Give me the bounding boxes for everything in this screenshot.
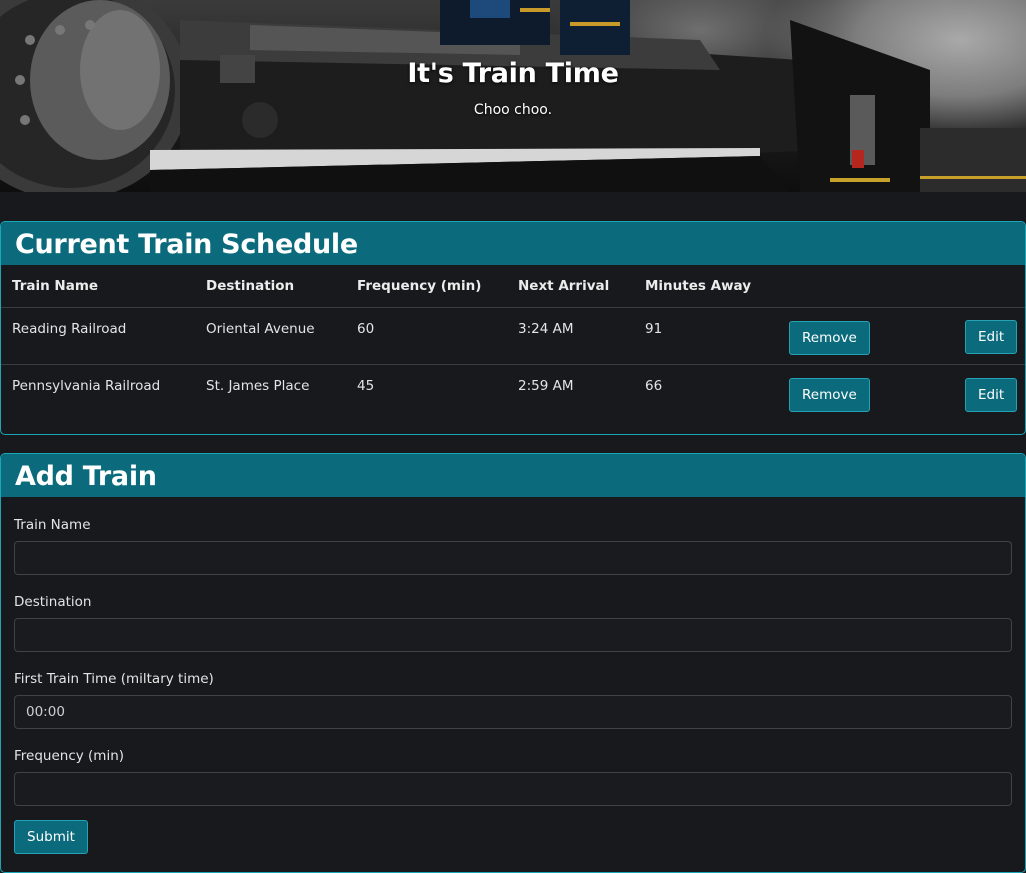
add-train-form: Train Name Destination First Train Time … xyxy=(1,515,1025,854)
frequency-label: Frequency (min) xyxy=(14,748,125,764)
train-name-label: Train Name xyxy=(14,517,91,533)
edit-button[interactable]: Edit xyxy=(965,319,1018,354)
frequency-group: Frequency (min) xyxy=(14,746,1012,806)
frequency-input[interactable] xyxy=(14,772,1012,806)
column-header-edit xyxy=(925,265,1025,308)
next-arrival-cell: 2:59 AM xyxy=(518,377,574,394)
page-title: It's Train Time xyxy=(407,58,619,89)
column-header-minutes-away: Minutes Away xyxy=(634,265,778,308)
first-train-time-input[interactable] xyxy=(14,695,1012,729)
schedule-table: Train Name Destination Frequency (min) N… xyxy=(1,265,1025,421)
edit-cell: Edit xyxy=(925,307,1025,365)
train-name-group: Train Name xyxy=(14,515,1012,575)
hero-banner: It's Train Time Choo choo. xyxy=(0,0,1026,192)
train-name-input[interactable] xyxy=(14,541,1012,575)
remove-button[interactable]: Remove xyxy=(789,320,870,355)
steam-locomotive-image xyxy=(0,0,1026,192)
minutes-away-cell: 91 xyxy=(634,307,778,365)
column-header-frequency: Frequency (min) xyxy=(346,265,507,308)
schedule-card-title: Current Train Schedule xyxy=(1,222,1025,265)
column-header-train-name: Train Name xyxy=(1,265,195,308)
table-row: Pennsylvania Railroad St. James Place 45… xyxy=(1,364,1025,421)
page-subtitle: Choo choo. xyxy=(473,102,553,118)
first-train-time-group: First Train Time (miltary time) xyxy=(14,669,1012,729)
schedule-card: Current Train Schedule Train Name Destin… xyxy=(0,221,1026,435)
remove-cell: Remove xyxy=(778,307,925,365)
frequency-cell: 60 xyxy=(346,307,507,365)
table-header-row: Train Name Destination Frequency (min) N… xyxy=(1,265,1025,308)
minutes-away-cell: 66 xyxy=(645,377,663,394)
remove-cell: Remove xyxy=(778,364,925,421)
destination-cell: Oriental Avenue xyxy=(195,307,346,365)
submit-button[interactable]: Submit xyxy=(14,820,88,854)
table-row: Reading Railroad Oriental Avenue 60 3:24… xyxy=(1,307,1025,365)
edit-cell: Edit xyxy=(925,364,1025,421)
train-name-cell: Reading Railroad xyxy=(1,307,195,365)
destination-cell: St. James Place xyxy=(206,377,310,394)
next-arrival-cell: 3:24 AM xyxy=(507,307,634,365)
add-train-card-title: Add Train xyxy=(1,454,1025,497)
train-name-cell: Pennsylvania Railroad xyxy=(12,377,161,394)
column-header-destination: Destination xyxy=(195,265,346,308)
destination-input[interactable] xyxy=(14,618,1012,652)
frequency-cell: 45 xyxy=(357,377,375,394)
first-train-time-label: First Train Time (miltary time) xyxy=(14,671,214,687)
edit-button[interactable]: Edit xyxy=(965,377,1018,412)
destination-group: Destination xyxy=(14,592,1012,652)
add-train-card: Add Train Train Name Destination First T… xyxy=(0,453,1026,873)
column-header-next-arrival: Next Arrival xyxy=(507,265,634,308)
remove-button[interactable]: Remove xyxy=(789,377,870,412)
destination-label: Destination xyxy=(14,594,92,610)
column-header-remove xyxy=(778,265,925,308)
